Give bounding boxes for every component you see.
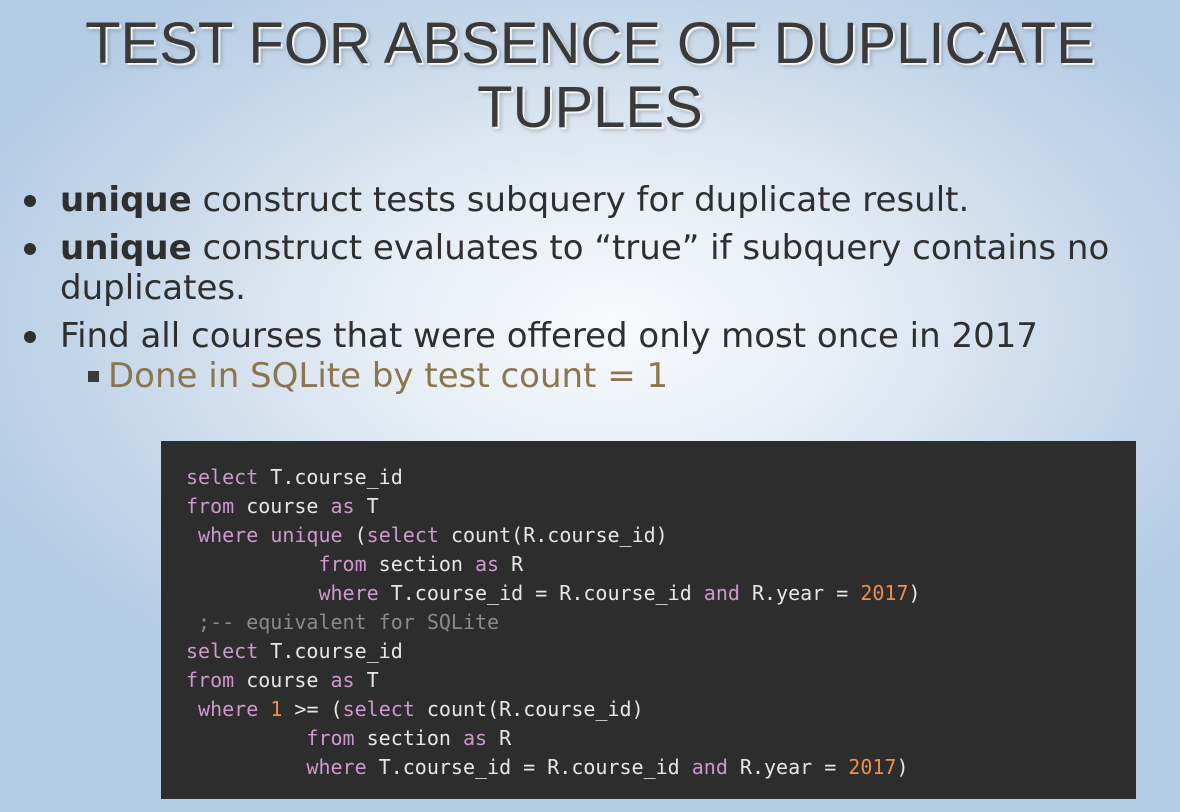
code-token: T.course_id: [258, 639, 403, 663]
code-token: 2017: [860, 581, 909, 605]
bullet-dot-icon: [24, 243, 36, 255]
code-token: section: [366, 552, 475, 576]
code-token: from: [186, 668, 235, 692]
bullet-list: unique construct tests subquery for dupl…: [0, 180, 1180, 396]
bullet-item: unique construct tests subquery for dupl…: [0, 180, 1180, 220]
code-line: where unique (select count(R.course_id): [186, 521, 1136, 550]
slide-title-line-2: TUPLES: [477, 75, 703, 140]
code-line: where T.course_id = R.course_id and R.ye…: [186, 753, 1136, 782]
code-token: as: [330, 494, 355, 518]
slide-title-line-1: TEST FOR ABSENCE OF DUPLICATE: [85, 11, 1095, 76]
code-token: select: [186, 465, 259, 489]
code-token: T.course_id = R.course_id: [366, 755, 692, 779]
code-token: R: [487, 726, 512, 750]
code-line: from course as T: [186, 492, 1136, 521]
code-token: where: [306, 755, 367, 779]
code-token: T.course_id: [258, 465, 403, 489]
code-token: from: [186, 494, 235, 518]
code-token: where: [318, 581, 379, 605]
code-token: unique: [270, 523, 343, 547]
code-token: 1: [270, 697, 283, 721]
code-token: select: [366, 523, 439, 547]
code-token: ): [896, 755, 909, 779]
bullet-keyword: unique: [60, 180, 192, 220]
bullet-dot-icon: [24, 331, 36, 343]
code-block: select T.course_id from course as T where…: [161, 441, 1136, 799]
code-token: count(R.course_id): [438, 523, 668, 547]
code-token: and: [703, 581, 740, 605]
code-line: from section as R: [186, 724, 1136, 753]
bullet-dot-icon: [24, 195, 36, 207]
code-token: ;-- equivalent for SQLite: [186, 610, 500, 634]
code-token: (: [342, 523, 367, 547]
code-token: R: [499, 552, 524, 576]
sub-bullet-square-icon: [88, 371, 99, 382]
code-token: where: [198, 523, 259, 547]
code-token: R.year =: [727, 755, 849, 779]
code-token: >= (: [282, 697, 343, 721]
bullet-text: construct evaluates to “true” if subquer…: [60, 228, 1110, 308]
code-token: section: [354, 726, 463, 750]
code-token: R.year =: [739, 581, 861, 605]
sub-bullet-item: Done in SQLite by test count = 1: [0, 356, 1180, 396]
code-line: select T.course_id: [186, 463, 1136, 492]
bullet-item: unique construct evaluates to “true” if …: [0, 228, 1180, 308]
code-token: T: [354, 668, 379, 692]
code-token: T.course_id = R.course_id: [378, 581, 704, 605]
code-token: ): [908, 581, 921, 605]
code-token: as: [330, 668, 355, 692]
bullet-item: Find all courses that were offered only …: [0, 316, 1180, 356]
code-token: and: [691, 755, 728, 779]
code-line: where 1 >= (select count(R.course_id): [186, 695, 1136, 724]
code-token: from: [306, 726, 355, 750]
code-token: where: [198, 697, 259, 721]
code-token: course: [234, 668, 331, 692]
code-token: 2017: [848, 755, 897, 779]
code-line: select T.course_id: [186, 637, 1136, 666]
bullet-text: construct tests subquery for duplicate r…: [191, 180, 970, 220]
code-token: select: [342, 697, 415, 721]
code-line: from course as T: [186, 666, 1136, 695]
code-line: from section as R: [186, 550, 1136, 579]
bullet-text: Find all courses that were offered only …: [60, 316, 1038, 356]
slide-title: TEST FOR ABSENCE OF DUPLICATE TUPLES: [0, 12, 1180, 140]
code-token: course: [234, 494, 331, 518]
code-token: as: [475, 552, 500, 576]
code-token: T: [354, 494, 379, 518]
code-token: as: [462, 726, 488, 750]
bullet-keyword: unique: [60, 228, 192, 268]
code-line: ;-- equivalent for SQLite: [186, 608, 1136, 637]
code-token: from: [318, 552, 367, 576]
sub-bullet-text: Done in SQLite by test count = 1: [108, 356, 669, 396]
code-line: where T.course_id = R.course_id and R.ye…: [186, 579, 1136, 608]
code-token: select: [186, 639, 259, 663]
code-token: count(R.course_id): [414, 697, 644, 721]
